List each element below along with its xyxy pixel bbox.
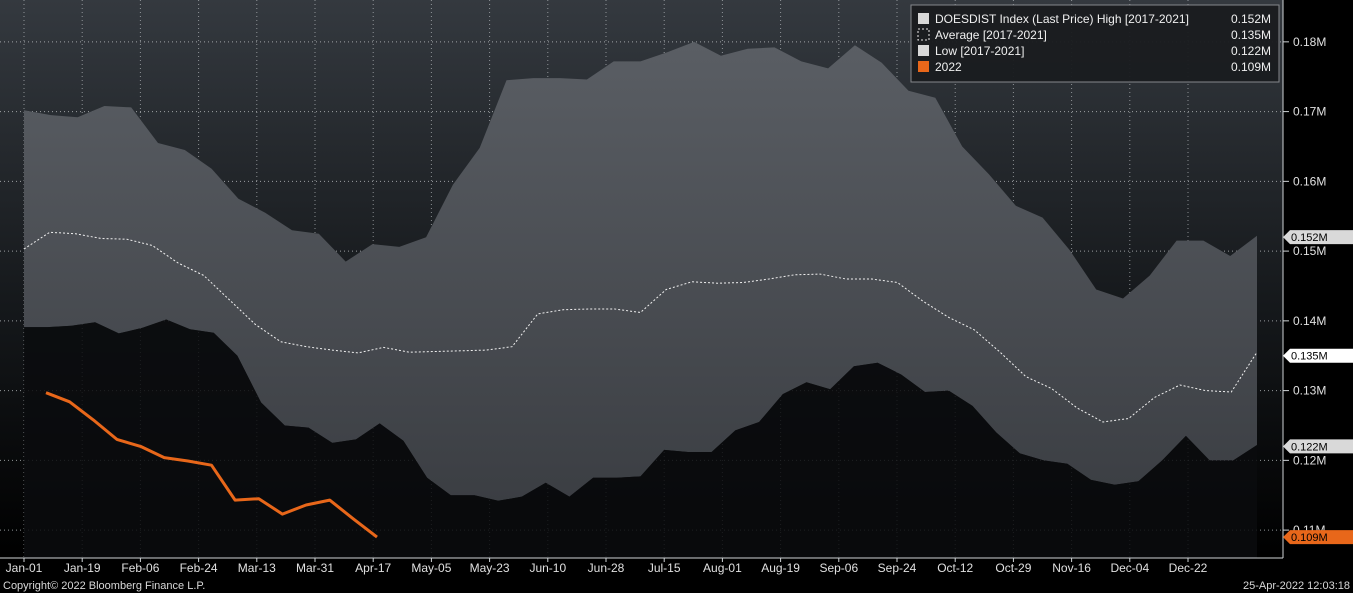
y-tick-label: 0.18M (1293, 35, 1326, 49)
y-tick-label: 0.13M (1293, 384, 1326, 398)
x-tick-label: Dec-22 (1169, 561, 1208, 575)
x-tick-label: Feb-24 (180, 561, 218, 575)
legend-swatch (918, 45, 929, 56)
x-tick-label: Aug-19 (761, 561, 800, 575)
x-tick-label: Sep-06 (819, 561, 858, 575)
x-tick-label: Jul-15 (648, 561, 681, 575)
legend-entry-value: 0.135M (1231, 28, 1271, 42)
y-tick-label: 0.14M (1293, 314, 1326, 328)
y-tick-label: 0.17M (1293, 105, 1326, 119)
x-tick-label: May-05 (411, 561, 451, 575)
chart-container: 0.11M0.12M0.13M0.14M0.15M0.16M0.17M0.18M… (0, 0, 1353, 593)
x-tick-label: Jun-28 (588, 561, 625, 575)
copyright-text: Copyright© 2022 Bloomberg Finance L.P. (3, 580, 205, 592)
x-tick-label: Oct-29 (995, 561, 1031, 575)
last-value-tag: 0.152M (1283, 230, 1353, 245)
legend-entry-name: 2022 (935, 60, 962, 74)
legend-entry-name: Low [2017-2021] (935, 44, 1024, 58)
tag-label: 0.122M (1291, 441, 1328, 453)
y-axis-background (1283, 0, 1353, 558)
x-tick-label: Feb-06 (121, 561, 159, 575)
legend-entry-value: 0.152M (1231, 12, 1271, 26)
x-tick-label: Mar-31 (296, 561, 334, 575)
legend-entry-name: Average [2017-2021] (935, 28, 1047, 42)
x-tick-label: May-23 (470, 561, 510, 575)
tag-label: 0.135M (1291, 351, 1328, 363)
legend-entry-value: 0.109M (1231, 60, 1271, 74)
x-tick-label: Mar-13 (238, 561, 276, 575)
x-tick-label: Apr-17 (355, 561, 391, 575)
chart-svg: 0.11M0.12M0.13M0.14M0.15M0.16M0.17M0.18M… (0, 0, 1353, 592)
x-tick-label: Jan-19 (64, 561, 101, 575)
x-tick-label: Jan-01 (6, 561, 43, 575)
x-tick-label: Sep-24 (878, 561, 917, 575)
y-tick-label: 0.16M (1293, 174, 1326, 188)
legend-entry-value: 0.122M (1231, 44, 1271, 58)
y-tick-label: 0.12M (1293, 453, 1326, 467)
legend: DOESDIST Index (Last Price) High [2017-2… (910, 4, 1280, 83)
x-tick-label: Dec-04 (1110, 561, 1149, 575)
legend-swatch (918, 13, 929, 24)
x-tick-label: Oct-12 (937, 561, 973, 575)
y-tick-label: 0.15M (1293, 244, 1326, 258)
last-value-tag: 0.135M (1283, 348, 1353, 363)
tag-label: 0.109M (1291, 532, 1328, 544)
x-tick-label: Nov-16 (1052, 561, 1091, 575)
footer: Copyright© 2022 Bloomberg Finance L.P. 2… (3, 580, 1350, 592)
x-tick-label: Aug-01 (703, 561, 742, 575)
legend-entry-name: DOESDIST Index (Last Price) High [2017-2… (935, 12, 1189, 26)
timestamp-text: 25-Apr-2022 12:03:18 (1243, 580, 1350, 592)
last-value-tag: 0.109M (1283, 530, 1353, 545)
last-value-tag: 0.122M (1283, 439, 1353, 454)
legend-swatch (918, 61, 929, 72)
x-tick-label: Jun-10 (529, 561, 566, 575)
tag-label: 0.152M (1291, 232, 1328, 244)
